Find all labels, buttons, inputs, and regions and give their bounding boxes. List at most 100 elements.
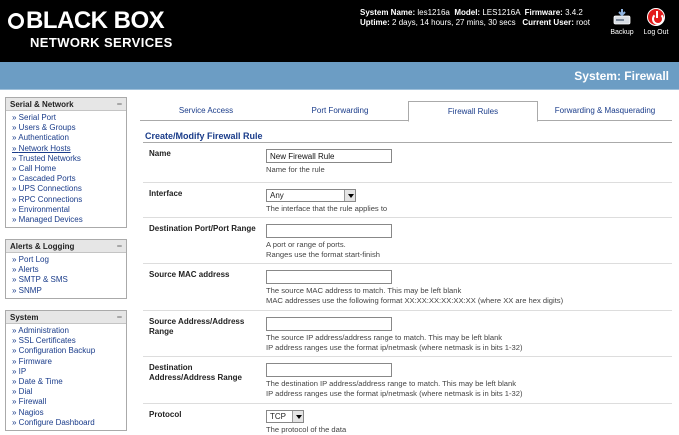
sidebar-item-port-log[interactable]: Port Log: [12, 255, 126, 265]
sidebar-item-firewall[interactable]: Firewall: [12, 397, 126, 407]
sidebar-item-serial-port[interactable]: Serial Port: [12, 113, 126, 123]
sidebar-item-trusted-networks[interactable]: Trusted Networks: [12, 154, 126, 164]
sidebar-item-ip[interactable]: IP: [12, 367, 126, 377]
tab-port-forwarding[interactable]: Port Forwarding: [272, 101, 408, 121]
destination-address-help-1: The destination IP address/address range…: [266, 379, 517, 388]
sidebar-list: Administration SSL Certificates Configur…: [6, 324, 126, 430]
sidebar-item-snmp[interactable]: SNMP: [12, 286, 126, 296]
sidebar-item-ups-connections[interactable]: UPS Connections: [12, 184, 126, 194]
logo-main-text: BLACK BOX: [8, 8, 165, 34]
sidebar-list: Port Log Alerts SMTP & SMS SNMP: [6, 253, 126, 298]
collapse-icon[interactable]: −: [117, 99, 122, 109]
interface-selected-value: Any: [270, 191, 284, 200]
tab-firewall-rules[interactable]: Firewall Rules: [408, 101, 538, 122]
sidebar-section-header[interactable]: Alerts & Logging −: [6, 240, 126, 253]
tab-service-access[interactable]: Service Access: [140, 101, 272, 121]
sidebar-item-rpc-connections[interactable]: RPC Connections: [12, 195, 126, 205]
collapse-icon[interactable]: −: [117, 241, 122, 251]
destination-address-input[interactable]: [266, 363, 392, 377]
sidebar-item-users-groups[interactable]: Users & Groups: [12, 123, 126, 133]
source-mac-help-1: The source MAC address to match. This ma…: [266, 286, 462, 295]
protocol-help: The protocol of the data: [266, 425, 347, 434]
destination-address-label: Destination Address/Address Range: [149, 363, 242, 382]
sidebar-item-authentication[interactable]: Authentication: [12, 133, 126, 143]
chevron-down-icon[interactable]: [344, 190, 355, 201]
source-address-help-1: The source IP address/address range to m…: [266, 333, 503, 342]
row-interface: Interface Any The interface that the rul…: [143, 183, 672, 218]
interface-help: The interface that the rule applies to: [266, 204, 388, 213]
destination-port-input[interactable]: [266, 224, 392, 238]
source-mac-label: Source MAC address: [149, 270, 230, 279]
current-user: root: [576, 18, 590, 27]
name-input[interactable]: [266, 149, 392, 163]
firmware-value: 3.4.2: [565, 8, 583, 17]
interface-label: Interface: [149, 189, 183, 198]
top-header: BLACK BOX NETWORK SERVICES System Name: …: [0, 0, 679, 62]
sidebar-item-dial[interactable]: Dial: [12, 387, 126, 397]
source-mac-field-group: The source MAC address to match. This ma…: [266, 270, 666, 306]
backup-drive-icon: [613, 9, 631, 25]
name-field-group: Name for the rule: [266, 149, 666, 175]
row-name: Name Name for the rule: [143, 143, 672, 183]
destination-port-label: Destination Port/Port Range: [149, 224, 256, 233]
sidebar-item-configuration-backup[interactable]: Configuration Backup: [12, 346, 126, 356]
sidebar-item-configure-dashboard[interactable]: Configure Dashboard: [12, 418, 126, 428]
chevron-down-icon[interactable]: [292, 411, 303, 422]
sidebar-item-administration[interactable]: Administration: [12, 326, 126, 336]
power-icon: [647, 8, 665, 26]
source-address-help-2: IP address ranges use the format ip/netm…: [266, 343, 523, 352]
row-source-mac: Source MAC address The source MAC addres…: [143, 264, 672, 311]
row-destination-address: Destination Address/Address Range The de…: [143, 357, 672, 404]
sidebar-item-cascaded-ports[interactable]: Cascaded Ports: [12, 174, 126, 184]
sidebar-section-header[interactable]: System −: [6, 311, 126, 324]
protocol-selected-value: TCP: [270, 412, 286, 421]
destination-address-help-2: IP address ranges use the format ip/netm…: [266, 389, 523, 398]
logo-subtitle: NETWORK SERVICES: [30, 35, 173, 50]
name-label: Name: [149, 149, 171, 158]
row-destination-port: Destination Port/Port Range A port or ra…: [143, 218, 672, 264]
protocol-label: Protocol: [149, 410, 182, 419]
system-info: System Name: les1216a Model: LES1216A Fi…: [360, 8, 590, 28]
name-help: Name for the rule: [266, 165, 325, 174]
backup-button[interactable]: Backup: [606, 8, 638, 36]
source-address-label: Source Address/Address Range: [149, 317, 245, 336]
destination-port-help-1: A port or range of ports.: [266, 240, 346, 249]
sidebar-serial-network: Serial & Network − Serial Port Users & G…: [5, 97, 127, 229]
logo-circle-icon: [8, 13, 24, 29]
protocol-select[interactable]: TCP: [266, 410, 304, 423]
interface-select[interactable]: Any: [266, 189, 356, 202]
sidebar-alerts-logging: Alerts & Logging − Port Log Alerts SMTP …: [5, 239, 127, 299]
logout-button[interactable]: Log Out: [640, 8, 672, 36]
source-mac-input[interactable]: [266, 270, 392, 284]
sidebar-item-smtp-sms[interactable]: SMTP & SMS: [12, 275, 126, 285]
destination-port-field-group: A port or range of ports. Ranges use the…: [266, 224, 666, 260]
sidebar-item-managed-devices[interactable]: Managed Devices: [12, 215, 126, 225]
sidebar-section-header[interactable]: Serial & Network −: [6, 98, 126, 111]
destination-address-field-group: The destination IP address/address range…: [266, 363, 666, 399]
source-address-input[interactable]: [266, 317, 392, 331]
row-source-address: Source Address/Address Range The source …: [143, 311, 672, 357]
destination-port-help-2: Ranges use the format start-finish: [266, 250, 380, 259]
sidebar-item-environmental[interactable]: Environmental: [12, 205, 126, 215]
sidebar-item-ssl-certificates[interactable]: SSL Certificates: [12, 336, 126, 346]
source-address-field-group: The source IP address/address range to m…: [266, 317, 666, 353]
system-info-line-1: System Name: les1216a Model: LES1216A Fi…: [360, 8, 583, 17]
model-value: LES1216A: [482, 8, 521, 17]
page-title: System: Firewall: [574, 69, 669, 83]
sidebar-item-date-time[interactable]: Date & Time: [12, 377, 126, 387]
tab-bar: Service Access Port Forwarding Firewall …: [140, 101, 672, 122]
sidebar-system: System − Administration SSL Certificates…: [5, 310, 127, 431]
form-title: Create/Modify Firewall Rule: [145, 131, 263, 141]
interface-field-group: Any The interface that the rule applies …: [266, 189, 666, 214]
sidebar-item-call-home[interactable]: Call Home: [12, 164, 126, 174]
sidebar-item-nagios[interactable]: Nagios: [12, 408, 126, 418]
sidebar-item-network-hosts[interactable]: Network Hosts: [12, 144, 126, 154]
system-name: les1216a: [417, 8, 450, 17]
tab-forwarding-masquerading[interactable]: Forwarding & Masquerading: [538, 101, 672, 121]
sidebar-item-alerts[interactable]: Alerts: [12, 265, 126, 275]
sidebar-list: Serial Port Users & Groups Authenticatio…: [6, 111, 126, 227]
sidebar-item-firmware[interactable]: Firmware: [12, 357, 126, 367]
source-mac-help-2: MAC addresses use the following format X…: [266, 296, 564, 305]
collapse-icon[interactable]: −: [117, 312, 122, 322]
backup-label: Backup: [610, 29, 634, 36]
